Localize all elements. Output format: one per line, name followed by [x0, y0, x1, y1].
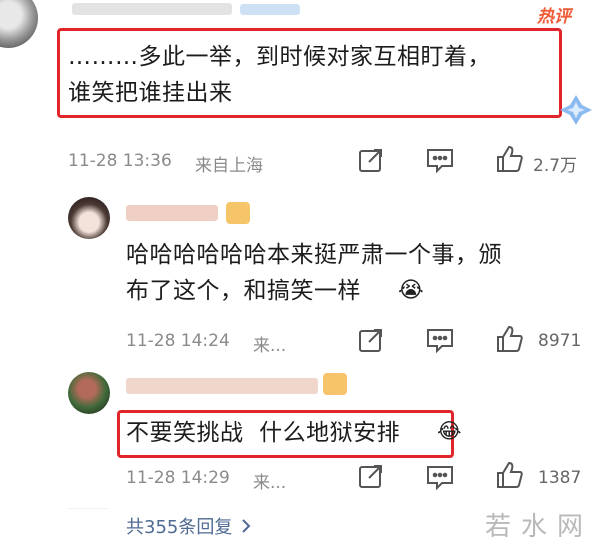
like-count: 1387 — [538, 468, 582, 488]
comment-icon[interactable] — [425, 463, 455, 491]
like-icon[interactable] — [494, 324, 524, 354]
reply-text: 哈哈哈哈哈哈本来挺严肃一个事，颁 — [126, 242, 502, 268]
sparkle-icon — [558, 92, 594, 128]
location: 来... — [253, 336, 287, 356]
share-icon[interactable] — [357, 146, 385, 174]
divider — [68, 508, 108, 509]
vip-badge — [240, 4, 300, 15]
fan-badge — [323, 373, 347, 395]
timestamp: 11-28 14:29 — [126, 468, 230, 488]
fan-badge — [226, 202, 250, 224]
avatar[interactable] — [0, 0, 38, 48]
avatar[interactable] — [68, 197, 110, 239]
username[interactable] — [126, 205, 218, 221]
comment-icon[interactable] — [425, 326, 455, 354]
share-icon[interactable] — [357, 462, 385, 490]
share-icon[interactable] — [357, 326, 385, 354]
reply-text: 不要笑挑战 什么地狱安排 — [126, 420, 401, 446]
location: 来自上海 — [195, 156, 263, 176]
like-count: 8971 — [538, 331, 582, 351]
username[interactable] — [72, 3, 232, 15]
comment-text: ………多此一举，到时候对家互相盯着， — [68, 44, 491, 70]
more-replies-label: 共355条回复 — [126, 517, 233, 538]
comment-icon[interactable] — [425, 146, 455, 174]
hot-badge: 热评 — [537, 7, 571, 27]
avatar[interactable] — [68, 372, 110, 414]
timestamp: 11-28 13:36 — [68, 151, 172, 171]
reply-text: 布了这个，和搞笑一样 — [126, 278, 361, 304]
location: 来... — [253, 473, 287, 493]
comment-text: 谁笑把谁挂出来 — [68, 80, 233, 106]
like-icon[interactable] — [494, 144, 524, 174]
username[interactable] — [126, 378, 318, 394]
crying-emoji: 😭 — [398, 278, 424, 303]
chevron-right-icon — [240, 518, 252, 534]
like-icon[interactable] — [494, 460, 524, 490]
laughing-emoji: 😂 — [437, 419, 462, 443]
watermark: 若水网 — [485, 512, 594, 542]
like-count: 2.7万 — [533, 156, 578, 176]
timestamp: 11-28 14:24 — [126, 331, 230, 351]
more-replies-link[interactable]: 共355条回复 — [126, 513, 252, 539]
